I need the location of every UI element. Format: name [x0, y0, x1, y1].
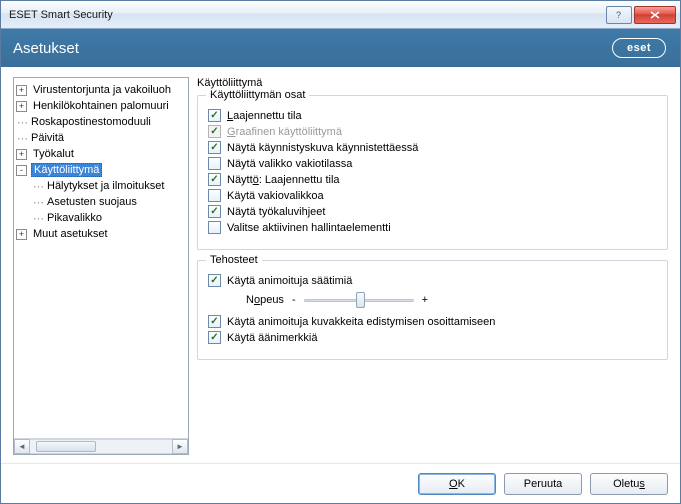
settings-tree[interactable]: + Virustentorjunta ja vakoiluoh + Henkil…: [14, 78, 188, 438]
content-pane: Käyttöliittymä Käyttöliittymän osat Laaj…: [197, 77, 668, 455]
checkbox-label: Graafinen käyttöliittymä: [227, 126, 342, 138]
eset-badge-icon: eset: [612, 38, 666, 58]
checkbox-label: Käytä animoituja kuvakkeita edistymisen …: [227, 316, 495, 328]
opt-show-splash[interactable]: Näytä käynnistyskuva käynnistettäessä: [208, 141, 657, 154]
tree-item-tools[interactable]: + Työkalut: [16, 146, 186, 162]
tree-leaf-icon: ⋯: [16, 132, 29, 145]
checkbox-icon[interactable]: [208, 189, 221, 202]
scroll-track[interactable]: [30, 439, 172, 454]
scroll-right-icon[interactable]: ►: [172, 439, 188, 454]
tree-item-label: Hälytykset ja ilmoitukset: [45, 180, 166, 192]
opt-display-extended[interactable]: Näyttö: Laajennettu tila: [208, 173, 657, 186]
help-button[interactable]: ?: [606, 6, 632, 24]
checkbox-icon[interactable]: [208, 274, 221, 287]
dialog-body: + Virustentorjunta ja vakoiluoh + Henkil…: [1, 67, 680, 463]
checkbox-label: Laajennettu tila: [227, 110, 302, 122]
checkbox-label: Käytä animoituja säätimiä: [227, 275, 352, 287]
tree-item-label: Pikavalikko: [45, 212, 104, 224]
opt-graphical-ui: Graafinen käyttöliittymä: [208, 125, 657, 138]
svg-text:?: ?: [616, 10, 621, 20]
tree-item-label: Roskapostinestomoduuli: [29, 116, 153, 128]
tree-item-quickmenu[interactable]: ⋯ Pikavalikko: [16, 210, 186, 226]
opt-animated-icons[interactable]: Käytä animoituja kuvakkeita edistymisen …: [208, 315, 657, 328]
tree-item-antivirus[interactable]: + Virustentorjunta ja vakoiluoh: [16, 82, 186, 98]
collapse-icon[interactable]: -: [16, 165, 27, 176]
opt-use-sound[interactable]: Käytä äänimerkkiä: [208, 331, 657, 344]
tree-item-label: Virustentorjunta ja vakoiluoh: [31, 84, 173, 96]
group-legend: Käyttöliittymän osat: [206, 89, 309, 101]
opt-show-tooltips[interactable]: Näytä työkaluvihjeet: [208, 205, 657, 218]
tree-item-alerts[interactable]: ⋯ Hälytykset ja ilmoitukset: [16, 178, 186, 194]
section-title: Asetukset: [13, 40, 79, 57]
tree-item-settings-protection[interactable]: ⋯ Asetusten suojaus: [16, 194, 186, 210]
tree-item-ui[interactable]: - Käyttöliittymä: [16, 162, 186, 178]
expand-icon[interactable]: +: [16, 101, 27, 112]
titlebar: ESET Smart Security ?: [1, 1, 680, 29]
dialog-footer: OK Peruuta Oletus: [1, 463, 680, 503]
opt-select-active-control[interactable]: Valitse aktiivinen hallintaelementti: [208, 221, 657, 234]
defaults-button[interactable]: Oletus: [590, 473, 668, 495]
speed-plus: +: [422, 294, 428, 306]
tree-item-firewall[interactable]: + Henkilökohtainen palomuuri: [16, 98, 186, 114]
tree-leaf-icon: ⋯: [32, 180, 45, 193]
ok-button[interactable]: OK: [418, 473, 496, 495]
brand-bar: Asetukset eset: [1, 29, 680, 67]
tree-leaf-icon: ⋯: [32, 212, 45, 225]
speed-row: Nopeus - +: [246, 291, 657, 309]
checkbox-label: Käytä vakiovalikkoa: [227, 190, 324, 202]
checkbox-label: Näytä työkaluvihjeet: [227, 206, 325, 218]
checkbox-icon[interactable]: [208, 221, 221, 234]
window-controls: ?: [606, 6, 676, 24]
checkbox-icon[interactable]: [208, 157, 221, 170]
checkbox-icon[interactable]: [208, 205, 221, 218]
checkbox-icon[interactable]: [208, 315, 221, 328]
tree-item-label: Päivitä: [29, 132, 66, 144]
slider-thumb[interactable]: [356, 292, 365, 308]
settings-tree-panel: + Virustentorjunta ja vakoiluoh + Henkil…: [13, 77, 189, 455]
checkbox-icon[interactable]: [208, 331, 221, 344]
page-title: Käyttöliittymä: [197, 77, 668, 89]
checkbox-icon[interactable]: [208, 109, 221, 122]
tree-item-label: Asetusten suojaus: [45, 196, 139, 208]
settings-window: ESET Smart Security ? Asetukset eset + V…: [0, 0, 681, 504]
checkbox-label: Näytä valikko vakiotilassa: [227, 158, 352, 170]
opt-use-standard-menu[interactable]: Käytä vakiovalikkoa: [208, 189, 657, 202]
speed-minus: -: [292, 294, 296, 306]
tree-item-label: Muut asetukset: [31, 228, 110, 240]
opt-show-menu-standard[interactable]: Näytä valikko vakiotilassa: [208, 157, 657, 170]
checkbox-icon[interactable]: [208, 173, 221, 186]
window-title: ESET Smart Security: [9, 9, 606, 21]
group-effects: Tehosteet Käytä animoituja säätimiä Nope…: [197, 260, 668, 360]
checkbox-label: Käytä äänimerkkiä: [227, 332, 318, 344]
opt-animated-controls[interactable]: Käytä animoituja säätimiä: [208, 274, 657, 287]
tree-item-update[interactable]: ⋯ Päivitä: [16, 130, 186, 146]
checkbox-icon: [208, 125, 221, 138]
tree-item-label: Työkalut: [31, 148, 76, 160]
checkbox-label: Näyttö: Laajennettu tila: [227, 174, 340, 186]
scroll-thumb[interactable]: [36, 441, 96, 452]
expand-icon[interactable]: +: [16, 149, 27, 160]
tree-item-label: Henkilökohtainen palomuuri: [31, 100, 171, 112]
speed-label: Nopeus: [246, 294, 284, 306]
checkbox-icon[interactable]: [208, 141, 221, 154]
tree-item-other[interactable]: + Muut asetukset: [16, 226, 186, 242]
tree-leaf-icon: ⋯: [32, 196, 45, 209]
group-ui-parts: Käyttöliittymän osat Laajennettu tila Gr…: [197, 95, 668, 250]
checkbox-label: Valitse aktiivinen hallintaelementti: [227, 222, 391, 234]
cancel-button[interactable]: Peruuta: [504, 473, 582, 495]
brand-logo: eset: [612, 38, 666, 58]
expand-icon[interactable]: +: [16, 229, 27, 240]
scroll-left-icon[interactable]: ◄: [14, 439, 30, 454]
opt-extended-mode[interactable]: Laajennettu tila: [208, 109, 657, 122]
close-button[interactable]: [634, 6, 676, 24]
checkbox-label: Näytä käynnistyskuva käynnistettäessä: [227, 142, 418, 154]
horizontal-scrollbar[interactable]: ◄ ►: [14, 438, 188, 454]
group-legend: Tehosteet: [206, 254, 262, 266]
speed-slider[interactable]: [304, 291, 414, 309]
expand-icon[interactable]: +: [16, 85, 27, 96]
tree-item-label: Käyttöliittymä: [31, 163, 102, 177]
tree-item-antispam[interactable]: ⋯ Roskapostinestomoduuli: [16, 114, 186, 130]
tree-leaf-icon: ⋯: [16, 116, 29, 129]
